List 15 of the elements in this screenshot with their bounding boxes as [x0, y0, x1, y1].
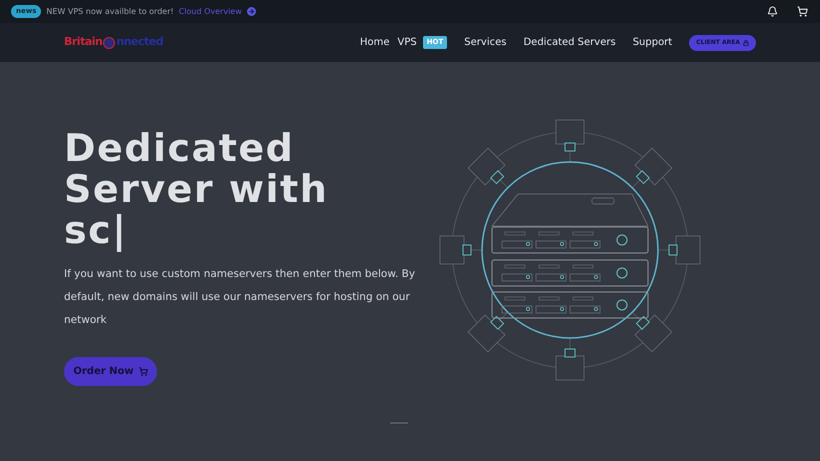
- cart-icon: [138, 367, 148, 376]
- nav-link[interactable]: Dedicated Servers: [523, 35, 616, 50]
- announcement-text: NEW VPS now availble to order!: [46, 6, 174, 18]
- hero-description: If you want to use custom nameservers then enter them below. By default, new domains will use our nameservers for hosting on our network: [64, 267, 416, 328]
- cart-icon[interactable]: [797, 6, 808, 17]
- hero-headline: Dedicated Server with sc|: [64, 128, 330, 251]
- logo-text: Britain: [64, 34, 102, 50]
- nav-link[interactable]: VPS: [397, 35, 417, 50]
- flag-globe-icon: [103, 36, 116, 48]
- notification-bell-icon[interactable]: [767, 6, 778, 17]
- logo-text: nnected: [116, 34, 164, 50]
- nav-link[interactable]: Home: [360, 35, 390, 50]
- nav-link[interactable]: Services: [464, 35, 506, 50]
- nav-link[interactable]: Support: [632, 35, 672, 50]
- lock-icon: [743, 40, 749, 46]
